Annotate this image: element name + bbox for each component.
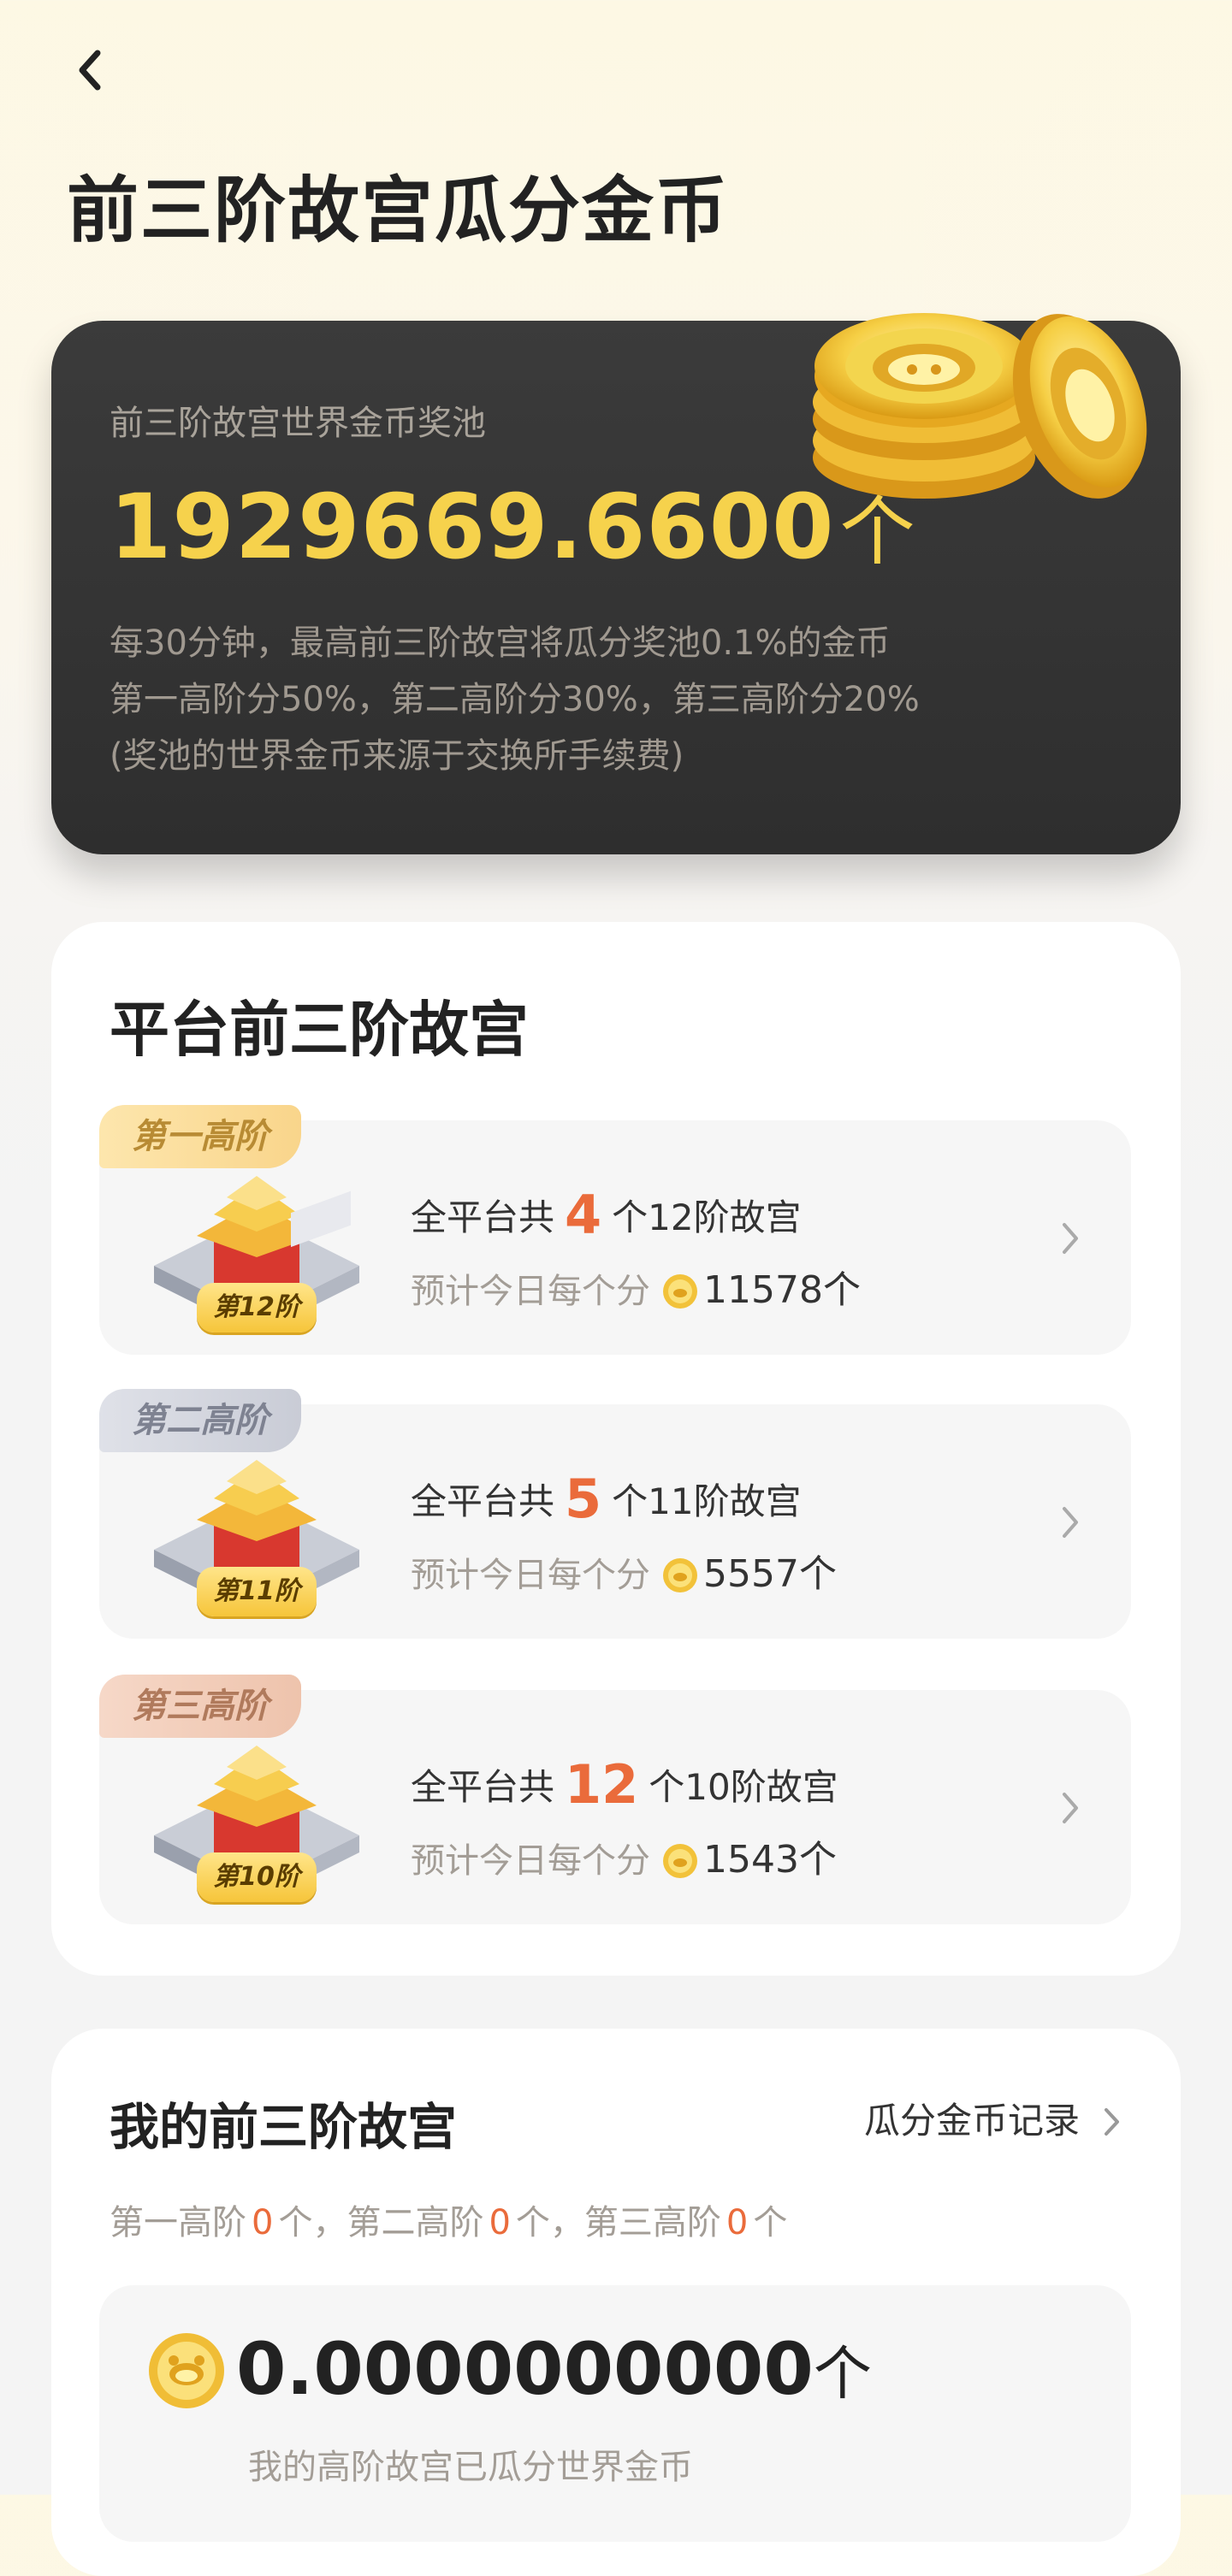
summary-tier1-count: 0 xyxy=(252,2203,274,2242)
tier-count-suffix: 个12阶故宫 xyxy=(612,1196,802,1238)
pool-desc-line-1: 每30分钟，最高前三阶故宫将瓜分奖池0.1%的金币 xyxy=(110,623,891,663)
chevron-left-icon xyxy=(79,50,101,91)
tier-count-1: 全平台共 4 个12阶故宫 xyxy=(411,1180,802,1246)
gold-coins-illustration xyxy=(813,313,1147,499)
my-tier-summary: 第一高阶 0 个，第二高阶 0 个，第三高阶 0 个 xyxy=(110,2195,787,2244)
tier-share-value: 1543个 xyxy=(703,1838,837,1882)
summary-tier3-label: 第三高阶 xyxy=(583,2203,721,2242)
share-record-label: 瓜分金币记录 xyxy=(864,2100,1081,2142)
my-share-amount-value: 0.0000000000 xyxy=(236,2327,814,2411)
page-title: 前三阶故宫瓜分金币 xyxy=(67,168,730,252)
tier-count-number: 4 xyxy=(565,1184,602,1246)
summary-tier2-unit: 个， xyxy=(515,2203,584,2242)
summary-tier3-unit: 个 xyxy=(753,2203,788,2242)
my-share-caption: 我的高阶故宫已瓜分世界金币 xyxy=(248,2448,693,2487)
tier-count-number: 12 xyxy=(565,1753,639,1816)
chevron-right-icon xyxy=(1063,1507,1078,1538)
my-title: 我的前三阶故宫 xyxy=(110,2098,458,2156)
back-button[interactable] xyxy=(67,44,118,96)
pool-label: 前三阶故宫世界金币奖池 xyxy=(110,404,486,443)
summary-tier2-count: 0 xyxy=(489,2203,511,2242)
tier-tag-1: 第一高阶 xyxy=(99,1105,301,1168)
coin-icon xyxy=(663,1274,697,1309)
tier-level-badge-1: 第12阶 xyxy=(197,1283,317,1332)
tier-count-prefix: 全平台共 xyxy=(411,1766,555,1808)
my-share-amount: 0.0000000000个 xyxy=(236,2326,872,2418)
tier-level-badge-3: 第10阶 xyxy=(197,1852,317,1902)
coin-icon xyxy=(149,2333,224,2408)
pool-desc-line-3: (奖池的世界金币来源于交换所手续费) xyxy=(110,736,684,776)
summary-tier1-unit: 个， xyxy=(278,2203,347,2242)
platform-title: 平台前三阶故宫 xyxy=(110,995,529,1065)
chevron-right-icon xyxy=(1063,1793,1078,1823)
tier-share-3: 预计今日每个分 1543个 xyxy=(411,1829,837,1883)
my-share-amount-unit: 个 xyxy=(813,2341,872,2408)
tier-level-badge-2: 第11阶 xyxy=(197,1567,317,1616)
tier-share-label: 预计今日每个分 xyxy=(411,1556,650,1595)
tier-count-3: 全平台共 12 个10阶故宫 xyxy=(411,1750,838,1816)
tier-count-number: 5 xyxy=(565,1468,602,1530)
tier-count-suffix: 个10阶故宫 xyxy=(649,1766,838,1808)
pool-amount-value: 1929669.6600 xyxy=(110,475,835,579)
tier-tag-2: 第二高阶 xyxy=(99,1389,301,1452)
summary-tier1-label: 第一高阶 xyxy=(110,2203,246,2242)
summary-tier3-count: 0 xyxy=(726,2203,749,2242)
summary-tier2-label: 第二高阶 xyxy=(346,2203,484,2242)
tier-count-prefix: 全平台共 xyxy=(411,1480,555,1522)
tier-count-suffix: 个11阶故宫 xyxy=(612,1480,802,1522)
pool-desc-line-2: 第一高阶分50%，第二高阶分30%，第三高阶分20% xyxy=(110,680,920,719)
tier-share-label: 预计今日每个分 xyxy=(411,1272,650,1311)
share-record-link[interactable]: 瓜分金币记录 xyxy=(864,2092,1123,2144)
tier-share-value: 5557个 xyxy=(703,1552,837,1596)
coin-icon xyxy=(663,1558,697,1592)
tier-share-value: 11578个 xyxy=(703,1268,861,1312)
tier-share-label: 预计今日每个分 xyxy=(411,1841,650,1881)
tier-count-2: 全平台共 5 个11阶故宫 xyxy=(411,1464,802,1530)
chevron-right-icon xyxy=(1063,1223,1078,1254)
tier-count-prefix: 全平台共 xyxy=(411,1196,555,1238)
tier-share-2: 预计今日每个分 5557个 xyxy=(411,1543,837,1598)
coin-icon xyxy=(663,1844,697,1878)
tier-tag-3: 第三高阶 xyxy=(99,1675,301,1738)
chevron-right-icon xyxy=(1105,2108,1120,2136)
tier-share-1: 预计今日每个分 11578个 xyxy=(411,1259,861,1314)
